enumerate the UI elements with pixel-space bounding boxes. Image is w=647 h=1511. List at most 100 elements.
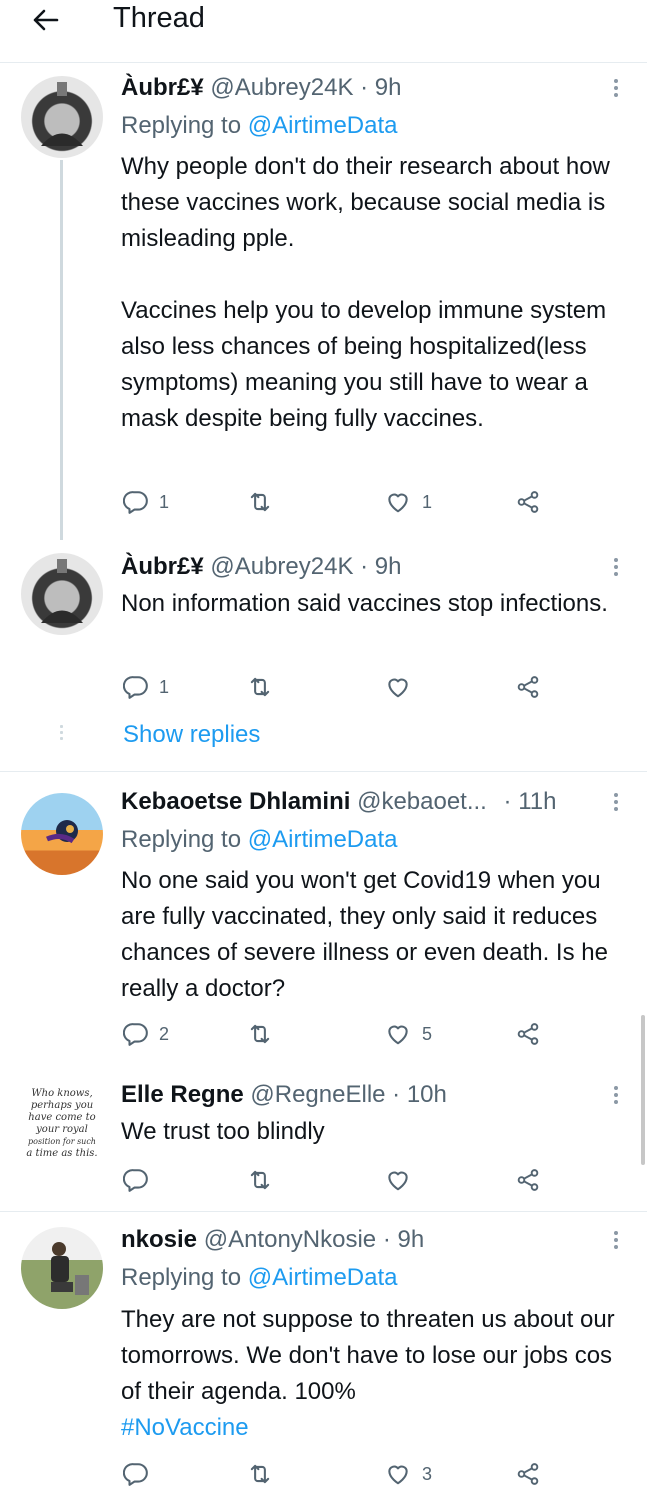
tweet-text: They are not suppose to threaten us abou… <box>121 1302 631 1446</box>
timestamp: · 9h <box>360 553 402 580</box>
like-button[interactable]: 1 <box>384 487 432 517</box>
share-icon <box>515 1167 541 1193</box>
tweet-header: Àubr£¥ @Aubrey24K · 9h <box>121 553 402 581</box>
tweet-paragraph: Why people don't do their research about… <box>121 153 610 252</box>
share-icon <box>515 1461 541 1487</box>
tweet-paragraph: Vaccines help you to develop immune syst… <box>121 297 607 432</box>
author-name[interactable]: Àubr£¥ <box>121 74 204 101</box>
reply-icon <box>123 674 149 700</box>
tweet-text: Why people don't do their research about… <box>121 149 631 437</box>
more-options-button[interactable] <box>604 76 628 100</box>
like-button[interactable]: 3 <box>384 1459 432 1489</box>
reply-button[interactable] <box>123 1459 159 1489</box>
tweet-paragraph: Non information said vaccines stop infec… <box>121 590 608 617</box>
author-handle[interactable]: @Aubrey24K <box>210 74 353 101</box>
like-button[interactable]: 5 <box>384 1019 432 1049</box>
retweet-icon <box>246 1461 274 1487</box>
author-name[interactable]: Kebaoetse Dhlamini <box>121 788 350 815</box>
share-button[interactable] <box>515 672 541 702</box>
timestamp: · 10h <box>392 1081 447 1108</box>
share-button[interactable] <box>515 1459 541 1489</box>
like-icon <box>384 1461 412 1487</box>
author-handle[interactable]: @kebaoet... <box>357 788 487 815</box>
author-handle[interactable]: @AntonyNkosie <box>204 1226 376 1253</box>
tweet-paragraph: We trust too blindly <box>121 1118 325 1145</box>
share-button[interactable] <box>515 1019 541 1049</box>
reply-button[interactable]: 1 <box>123 487 169 517</box>
replying-to: Replying to @AirtimeData <box>121 826 398 853</box>
like-icon <box>384 674 412 700</box>
retweet-button[interactable] <box>246 1165 284 1195</box>
author-name[interactable]: Àubr£¥ <box>121 553 204 580</box>
timestamp: · 11h <box>503 788 557 815</box>
like-button[interactable] <box>384 1165 422 1195</box>
like-count: 1 <box>422 491 433 512</box>
avatar[interactable] <box>21 1227 103 1309</box>
retweet-icon <box>246 489 274 515</box>
mention-link[interactable]: @AirtimeData <box>248 112 398 139</box>
share-icon <box>515 674 541 700</box>
like-button[interactable] <box>384 672 422 702</box>
retweet-button[interactable] <box>246 487 284 517</box>
mention-link[interactable]: @AirtimeData <box>248 1264 398 1291</box>
replying-to: Replying to @AirtimeData <box>121 112 398 139</box>
avatar-line: Who knows, <box>31 1088 92 1099</box>
reply-icon <box>123 1167 149 1193</box>
reply-button[interactable]: 1 <box>123 672 169 702</box>
avatar-line: your royal <box>35 1124 88 1135</box>
avatar-line: a time as this. <box>26 1148 97 1159</box>
avatar-photo <box>41 559 83 623</box>
like-count: 3 <box>422 1463 433 1484</box>
reply-icon <box>123 489 149 515</box>
tweet-header: Àubr£¥ @Aubrey24K · 9h <box>121 74 402 102</box>
show-replies-link[interactable]: Show replies <box>123 721 260 749</box>
tweet-text: We trust too blindly <box>121 1114 631 1150</box>
divider <box>0 62 647 63</box>
avatar-line: position for such <box>28 1137 96 1146</box>
tweet-header: Kebaoetse Dhlamini @kebaoet... · 11h <box>121 788 556 816</box>
divider <box>0 771 647 772</box>
more-options-button[interactable] <box>604 555 628 579</box>
avatar[interactable] <box>21 76 103 158</box>
reply-count: 1 <box>159 491 170 512</box>
scrollbar[interactable] <box>641 1015 645 1165</box>
reply-count: 2 <box>159 1023 170 1044</box>
reply-button[interactable] <box>123 1165 159 1195</box>
share-button[interactable] <box>515 487 541 517</box>
avatar-photo <box>51 1242 89 1295</box>
like-icon <box>384 489 412 515</box>
mention-link[interactable]: @AirtimeData <box>248 826 398 853</box>
timestamp: · 9h <box>382 1226 425 1253</box>
more-options-button[interactable] <box>604 1228 628 1252</box>
avatar[interactable]: Who knows, perhaps you have come to your… <box>21 1082 103 1164</box>
page-title: Thread <box>113 2 205 34</box>
more-options-button[interactable] <box>604 1083 628 1107</box>
tweet-header: nkosie @AntonyNkosie · 9h <box>121 1226 424 1254</box>
author-handle[interactable]: @RegneElle <box>250 1081 385 1108</box>
tweet-header: Elle Regne @RegneElle · 10h <box>121 1081 447 1109</box>
tweet-paragraph: They are not suppose to threaten us abou… <box>121 1306 615 1441</box>
reply-icon <box>123 1461 149 1487</box>
thread-line <box>60 160 63 540</box>
reply-button[interactable]: 2 <box>123 1019 169 1049</box>
avatar[interactable] <box>21 793 103 875</box>
author-name[interactable]: Elle Regne <box>121 1081 244 1108</box>
tweet-text: Non information said vaccines stop infec… <box>121 586 631 622</box>
back-button[interactable] <box>28 6 62 34</box>
share-button[interactable] <box>515 1165 541 1195</box>
retweet-button[interactable] <box>246 672 284 702</box>
arrow-left-icon <box>33 9 59 31</box>
retweet-icon <box>246 1167 274 1193</box>
avatar-photo <box>46 820 78 844</box>
retweet-button[interactable] <box>246 1459 284 1489</box>
author-handle[interactable]: @Aubrey24K <box>210 553 353 580</box>
hashtag-link[interactable]: #NoVaccine <box>121 1414 249 1441</box>
retweet-button[interactable] <box>246 1019 284 1049</box>
thread-dots <box>60 725 63 743</box>
like-icon <box>384 1167 412 1193</box>
author-name[interactable]: nkosie <box>121 1226 197 1253</box>
more-options-button[interactable] <box>604 790 628 814</box>
replying-to: Replying to @AirtimeData <box>121 1264 398 1291</box>
divider <box>0 1211 647 1212</box>
avatar[interactable] <box>21 553 103 635</box>
